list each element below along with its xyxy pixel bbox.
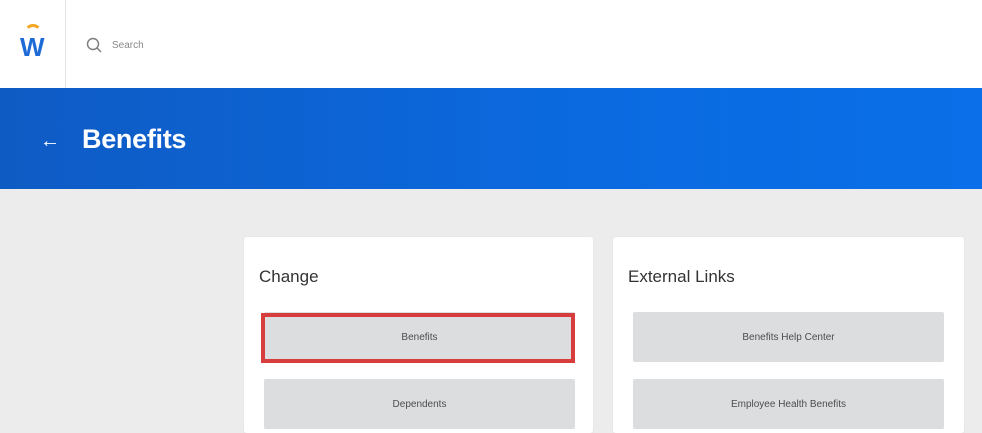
workday-logo[interactable]: W bbox=[0, 0, 66, 88]
change-card-title: Change bbox=[259, 267, 319, 286]
search-icon[interactable] bbox=[86, 37, 103, 54]
change-card: Change Benefits Dependents bbox=[244, 237, 593, 433]
search-input[interactable]: Search bbox=[112, 40, 144, 51]
search-bar[interactable]: Search bbox=[86, 33, 144, 57]
top-navigation-bar: W Search bbox=[0, 0, 982, 88]
external-links-card: External Links Benefits Help Center Empl… bbox=[613, 237, 964, 433]
page-title: Benefits bbox=[82, 124, 187, 154]
benefits-help-center-button[interactable]: Benefits Help Center bbox=[633, 312, 944, 362]
logo-letter: W bbox=[20, 32, 45, 62]
external-links-card-title: External Links bbox=[628, 267, 735, 286]
dependents-button[interactable]: Dependents bbox=[264, 379, 575, 429]
back-arrow-icon[interactable]: ← bbox=[40, 131, 60, 151]
benefits-button[interactable]: Benefits bbox=[264, 312, 575, 362]
employee-health-benefits-button[interactable]: Employee Health Benefits bbox=[633, 379, 944, 429]
